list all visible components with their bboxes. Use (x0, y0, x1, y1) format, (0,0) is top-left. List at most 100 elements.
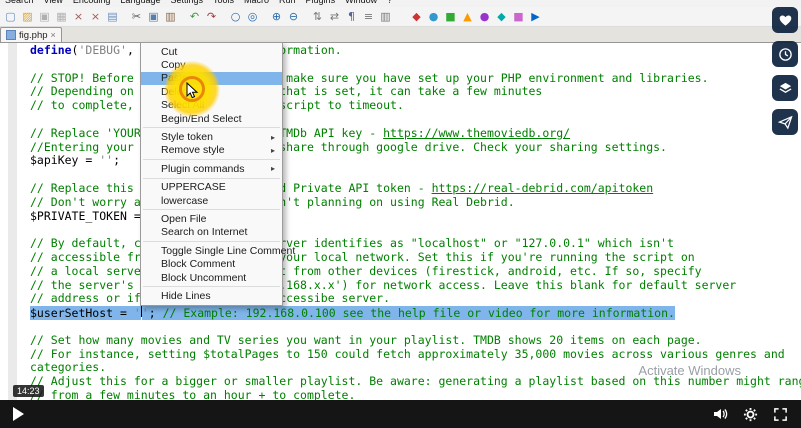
code-text: // Set how many movies and TV series you… (30, 333, 702, 347)
notepadpp-window: SearchViewEncodingLanguageSettingsToolsM… (0, 0, 801, 43)
replace-icon[interactable]: ◎ (245, 9, 260, 24)
menu-macro[interactable]: Macro (239, 0, 274, 7)
menu-tools[interactable]: Tools (208, 0, 239, 7)
plugin-icon-6[interactable]: ◆ (494, 9, 509, 24)
code-text: ' (142, 306, 149, 320)
menu-run[interactable]: Run (274, 0, 301, 7)
code-text: // accessible from other devices on your… (30, 250, 695, 264)
context-menu-item-remove-style[interactable]: Remove style▸ (141, 144, 282, 157)
menu-separator (143, 178, 280, 179)
menu-item-label: Block Comment (161, 258, 235, 270)
context-menu-item-delete[interactable]: Delete (141, 85, 282, 98)
code-text: ; (113, 153, 120, 167)
print-icon[interactable]: ▤ (105, 9, 120, 24)
menu-separator (143, 286, 280, 287)
show-all-characters-icon[interactable]: ≡ (361, 9, 376, 24)
menu-item-label: Toggle Single Line Comment (161, 245, 295, 257)
save-to-playlist-button[interactable] (772, 75, 798, 101)
tab-close-icon[interactable]: × (51, 31, 56, 40)
context-menu-item-begin-end-select[interactable]: Begin/End Select (141, 112, 282, 125)
code-line: $userSetHost = ''; // Example: 192.168.0… (30, 306, 801, 320)
video-frame: SearchViewEncodingLanguageSettingsToolsM… (0, 0, 801, 428)
menu-search[interactable]: Search (0, 0, 39, 7)
play-button[interactable] (13, 407, 24, 421)
menu-separator (143, 159, 280, 160)
share-button[interactable] (772, 109, 798, 135)
cut-icon[interactable]: ✂ (129, 9, 144, 24)
indent-guide-icon[interactable]: ▥ (378, 9, 393, 24)
plugin-icon-5[interactable]: ● (477, 9, 492, 24)
heart-icon (778, 13, 793, 28)
timestamp-chip: 14:23 (13, 385, 44, 397)
menu-item-label: lowercase (161, 195, 208, 207)
plugin-icon-8[interactable]: ▶ (528, 9, 543, 24)
copy-icon[interactable]: ▣ (146, 9, 161, 24)
gear-icon (743, 407, 758, 422)
submenu-arrow-icon: ▸ (271, 133, 275, 142)
plugin-icon-2[interactable]: ● (426, 9, 441, 24)
menu-plugins[interactable]: Plugins (301, 0, 341, 7)
menu-item-label: Select All (161, 99, 204, 111)
save-all-icon[interactable]: ▦ (54, 9, 69, 24)
new-file-icon[interactable]: ▢ (3, 9, 18, 24)
close-file-icon[interactable]: × (71, 9, 86, 24)
plugin-icon-1[interactable]: ◆ (409, 9, 424, 24)
open-file-icon[interactable]: ▨ (20, 9, 35, 24)
context-menu-item-cut[interactable]: Cut (141, 45, 282, 58)
menu-item-label: Hide Lines (161, 290, 211, 302)
watch-later-button[interactable] (772, 41, 798, 67)
code-text: // STOP! Before running this script, mak… (30, 71, 709, 85)
menu-window[interactable]: Window (340, 0, 382, 7)
fullscreen-button[interactable] (773, 407, 788, 422)
close-all-icon[interactable]: × (88, 9, 103, 24)
toolbar-separator (395, 9, 402, 24)
context-menu-item-copy[interactable]: Copy (141, 58, 282, 71)
find-icon[interactable]: ○ (228, 9, 243, 24)
plugin-icon-7[interactable]: ■ (511, 9, 526, 24)
paste-icon[interactable]: ▥ (163, 9, 178, 24)
menu-encoding[interactable]: Encoding (68, 0, 116, 7)
menu-view[interactable]: View (39, 0, 68, 7)
context-menu-item-select-all[interactable]: Select All (141, 99, 282, 112)
volume-button[interactable] (712, 406, 728, 422)
editor[interactable]: define('DEBUG', false); // Debug informa… (0, 43, 801, 400)
undo-icon[interactable]: ↶ (187, 9, 202, 24)
menu-help[interactable]: ? (382, 0, 397, 7)
sync-scroll-vertical-icon[interactable]: ⇅ (310, 9, 325, 24)
context-menu-item-open-file[interactable]: Open File (141, 212, 282, 225)
menu-settings[interactable]: Settings (165, 0, 208, 7)
word-wrap-icon[interactable]: ¶ (344, 9, 359, 24)
paper-plane-icon (778, 115, 793, 130)
like-button[interactable] (772, 7, 798, 33)
plugin-icon-3[interactable]: ■ (443, 9, 458, 24)
toolbar-separator (180, 9, 187, 24)
context-menu-item-paste[interactable]: Paste (141, 72, 282, 85)
context-menu-item-block-comment[interactable]: Block Comment (141, 257, 282, 270)
context-menu-item-hide-lines[interactable]: Hide Lines (141, 289, 282, 302)
context-menu-item-plugin-commands[interactable]: Plugin commands▸ (141, 162, 282, 175)
tab-config-php[interactable]: fig.php × (0, 27, 62, 42)
code-text: // Depending on the amount of pages that… (30, 84, 542, 98)
menu-item-label: Cut (161, 46, 177, 58)
clock-icon (778, 47, 793, 62)
sync-scroll-horizontal-icon[interactable]: ⇄ (327, 9, 342, 24)
context-menu-item-block-uncomment[interactable]: Block Uncomment (141, 271, 282, 284)
zoom-out-icon[interactable]: ⊖ (286, 9, 301, 24)
activate-windows-watermark: Activate Windows (638, 363, 741, 378)
code-line: // Set how many movies and TV series you… (30, 334, 801, 348)
toolbar-separator (122, 9, 129, 24)
context-menu-item-uppercase[interactable]: UPPERCASE (141, 181, 282, 194)
save-icon[interactable]: ▣ (37, 9, 52, 24)
zoom-in-icon[interactable]: ⊕ (269, 9, 284, 24)
redo-icon[interactable]: ↷ (204, 9, 219, 24)
code-text: ' (134, 306, 141, 320)
menu-item-label: Copy (161, 59, 186, 71)
code-text: , (127, 43, 141, 57)
menu-language[interactable]: Language (115, 0, 165, 7)
settings-button[interactable] (743, 407, 758, 422)
context-menu-item-search-on-internet[interactable]: Search on Internet (141, 226, 282, 239)
plugin-icon-4[interactable]: ▲ (460, 9, 475, 24)
context-menu-item-style-token[interactable]: Style token▸ (141, 130, 282, 143)
context-menu-item-toggle-single-line-comment[interactable]: Toggle Single Line Comment (141, 244, 282, 257)
context-menu-item-lowercase[interactable]: lowercase (141, 194, 282, 207)
